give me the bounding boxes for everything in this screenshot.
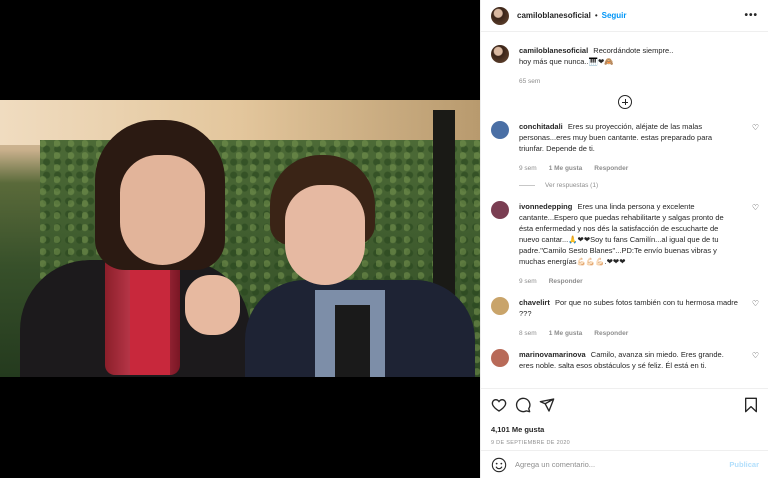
publish-button[interactable]: Publicar [729, 460, 759, 469]
separator-dot: • [594, 11, 598, 20]
add-comment-bar: Agrega un comentario... Publicar [481, 450, 768, 478]
emoji-icon[interactable] [491, 457, 507, 473]
avatar[interactable] [491, 297, 509, 315]
add-comment-input[interactable]: Agrega un comentario... [515, 460, 595, 469]
avatar[interactable] [491, 121, 509, 139]
like-heart-icon[interactable] [491, 397, 507, 413]
avatar[interactable] [491, 6, 509, 25]
plus-circle-icon[interactable] [618, 95, 632, 109]
post-username[interactable]: camiloblanesoficial [517, 11, 591, 20]
caption: camiloblanesoficial Recordándote siempre… [491, 45, 759, 67]
caption-text-line2: hoy más que nunca.. [519, 57, 589, 66]
load-more-comments[interactable] [491, 95, 759, 109]
comment-time[interactable]: 9 sem [519, 165, 537, 172]
view-replies-label[interactable]: Ver respuestas (1) [545, 182, 598, 189]
avatar[interactable] [491, 201, 509, 219]
comment-item: ivonnedepping Eres una linda persona y e… [491, 201, 759, 267]
bookmark-icon[interactable] [743, 397, 759, 413]
reply-button[interactable]: Responder [594, 165, 628, 172]
comment-item: marinovamarinova Camilo, avanza sin mied… [491, 349, 759, 371]
post-date[interactable]: 9 DE SEPTIEMBRE DE 2020 [491, 440, 759, 446]
comment-likes[interactable]: 1 Me gusta [549, 330, 583, 337]
comment-username[interactable]: marinovamarinova [519, 350, 586, 359]
post-header: camiloblanesoficial • Seguir ••• [481, 0, 768, 32]
comment-username[interactable]: chavelirt [519, 298, 550, 307]
comment-item: conchitadali Eres su proyección, aléjate… [491, 121, 759, 154]
like-comment-heart-icon[interactable]: ♡ [752, 123, 759, 132]
caption-time[interactable]: 65 sem [519, 78, 540, 85]
post-media [0, 0, 480, 478]
like-comment-heart-icon[interactable]: ♡ [752, 299, 759, 308]
like-comment-heart-icon[interactable]: ♡ [752, 351, 759, 360]
follow-button[interactable]: Seguir [602, 11, 627, 20]
caption-emoji: 🎹❤🙈 [588, 57, 614, 66]
likes-count[interactable]: 4,101 Me gusta [491, 425, 759, 434]
comments-list[interactable]: camiloblanesoficial Recordándote siempre… [481, 33, 768, 388]
avatar[interactable] [491, 349, 509, 367]
reply-button[interactable]: Responder [549, 278, 583, 285]
comment-time[interactable]: 8 sem [519, 330, 537, 337]
avatar[interactable] [491, 45, 509, 63]
caption-text: Recordándote siempre.. [593, 46, 674, 55]
comment-likes[interactable]: 1 Me gusta [549, 165, 583, 172]
reply-button[interactable]: Responder [594, 330, 628, 337]
comment-item: chavelirt Por que no subes fotos también… [491, 297, 759, 319]
share-icon[interactable] [539, 397, 555, 413]
comment-icon[interactable] [515, 397, 531, 413]
post-photo[interactable] [0, 100, 480, 377]
divider [519, 185, 535, 186]
post-actions: 4,101 Me gusta 9 DE SEPTIEMBRE DE 2020 [481, 388, 768, 446]
view-replies[interactable]: Ver respuestas (1) [519, 182, 759, 189]
post-sidebar: camiloblanesoficial • Seguir ••• camilob… [480, 0, 768, 478]
caption-username[interactable]: camiloblanesoficial [519, 46, 588, 55]
comment-time[interactable]: 9 sem [519, 278, 537, 285]
comment-text: Por que no subes fotos también con tu he… [519, 298, 738, 318]
comment-username[interactable]: ivonnedepping [519, 202, 572, 211]
comment-text: Eres una linda persona y excelente canta… [519, 202, 724, 266]
comment-username[interactable]: conchitadali [519, 122, 563, 131]
like-comment-heart-icon[interactable]: ♡ [752, 203, 759, 212]
more-options-icon[interactable]: ••• [744, 10, 758, 21]
